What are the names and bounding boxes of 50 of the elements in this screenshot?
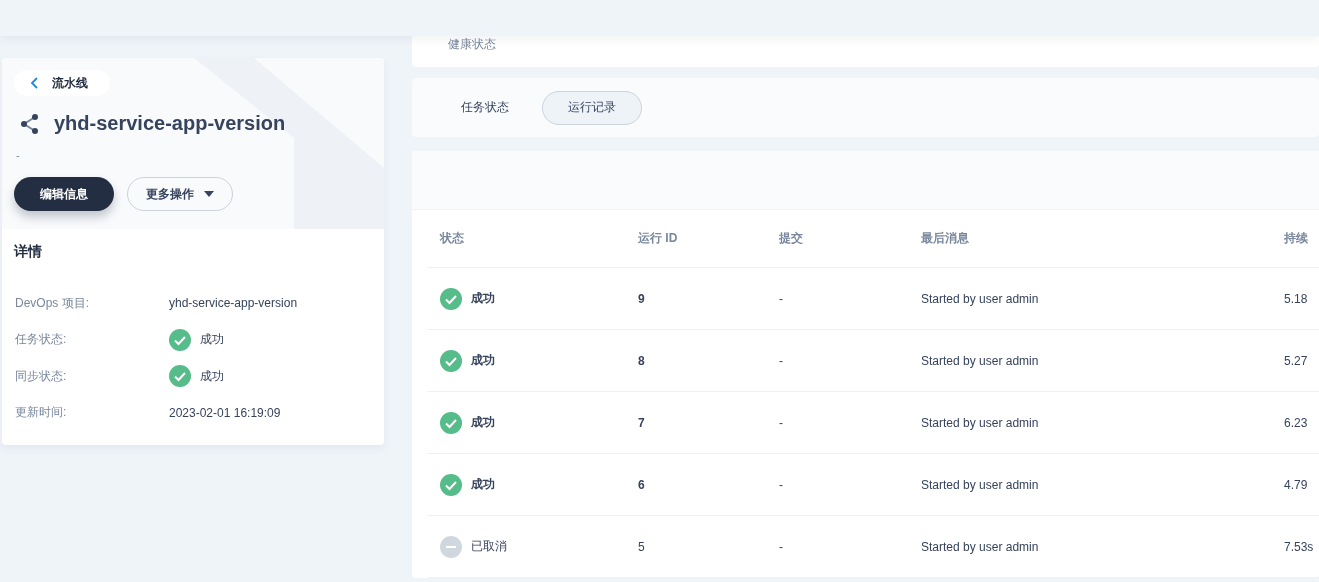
table-cell: Started by user admin (921, 539, 1039, 554)
pipeline-title: yhd-service-app-version (54, 112, 286, 135)
status-text: 成功 (471, 352, 495, 369)
column-header: 运行 ID (638, 230, 678, 247)
edit-button[interactable]: 编辑信息 (14, 177, 114, 211)
table-cell: 6.23 (1284, 415, 1308, 430)
status-text: 成功 (471, 476, 495, 493)
table-cell: 4.79 (1284, 477, 1308, 492)
tab[interactable]: 运行记录 (542, 90, 642, 125)
status-text: 已取消 (471, 538, 507, 555)
column-header: 状态 (440, 230, 464, 247)
health-label: 健康状态 (447, 36, 496, 53)
field-label: DevOps 项目: (15, 294, 90, 312)
field-value: 成功 (200, 367, 224, 385)
table-cell: Started by user admin (921, 353, 1039, 368)
description: - (15, 149, 21, 163)
field-value: yhd-service-app-version (169, 296, 298, 311)
chevron-left-icon (30, 77, 38, 89)
table-cell: - (779, 415, 783, 430)
field-label: 同步状态: (15, 367, 68, 385)
column-header: 最后消息 (921, 230, 969, 247)
field-value: 成功 (200, 331, 224, 349)
field-label: 任务状态: (15, 331, 68, 349)
column-header: 提交 (779, 230, 803, 247)
table-cell: - (779, 477, 783, 492)
column-header: 持续 (1284, 230, 1308, 247)
caret-icon (204, 191, 214, 197)
back-button[interactable]: 流水线 (14, 70, 110, 96)
table-cell: 5.18 (1284, 291, 1308, 306)
field-label: 更新时间: (15, 404, 68, 422)
table-cell: Started by user admin (921, 477, 1039, 492)
field-value: 2023-02-01 16:19:09 (169, 405, 281, 420)
section-title: 详情 (14, 243, 43, 261)
table-cell: Started by user admin (921, 291, 1039, 306)
table-cell: - (779, 353, 783, 368)
table-cell: 5.27 (1284, 353, 1308, 368)
table-cell: 6 (638, 477, 645, 492)
tab[interactable]: 任务状态 (444, 90, 526, 125)
table-cell: - (779, 291, 783, 306)
pipeline-icon (20, 112, 40, 135)
table-cell: - (779, 539, 783, 554)
table-cell: 7.53s (1284, 539, 1314, 554)
table-cell: 5 (638, 539, 645, 554)
table-cell: 9 (638, 291, 645, 306)
status-text: 成功 (471, 414, 495, 431)
table-cell: 8 (638, 353, 645, 368)
table-cell: Started by user admin (921, 415, 1039, 430)
table-cell: 7 (638, 415, 645, 430)
dropdown-button[interactable]: 更多操作 (127, 177, 233, 211)
status-text: 成功 (471, 290, 495, 307)
